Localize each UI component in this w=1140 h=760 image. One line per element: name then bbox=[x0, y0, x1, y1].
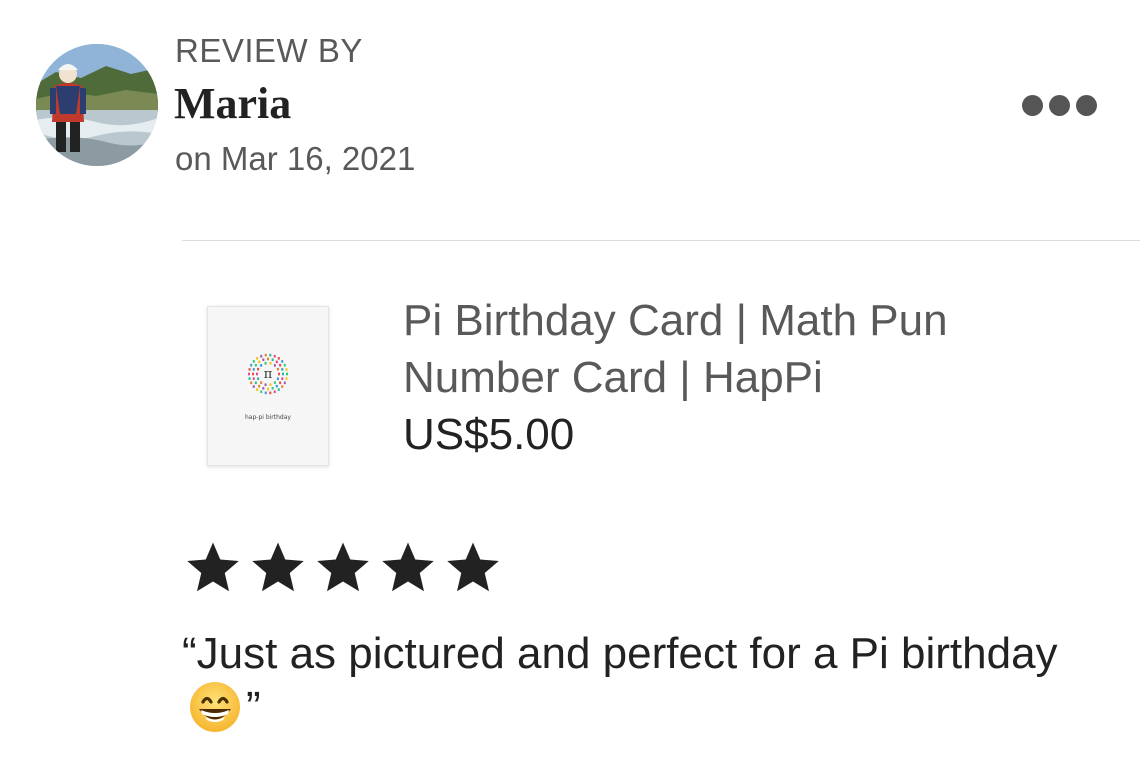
digit-mark bbox=[267, 387, 269, 391]
digit-mark bbox=[252, 372, 254, 376]
digit-mark bbox=[254, 363, 257, 367]
review-by-label: REVIEW BY bbox=[175, 32, 363, 69]
digit-mark bbox=[260, 381, 263, 384]
digit-mark bbox=[285, 368, 288, 371]
more-options-button[interactable] bbox=[1014, 88, 1104, 122]
avatar-photo-icon bbox=[36, 44, 158, 166]
digit-mark bbox=[250, 381, 253, 385]
reviewer-avatar[interactable] bbox=[36, 44, 158, 166]
digit-mark bbox=[254, 381, 257, 385]
digit-mark bbox=[281, 368, 284, 371]
digit-mark bbox=[277, 357, 280, 360]
digit-mark bbox=[275, 384, 278, 388]
digit-mark bbox=[252, 385, 255, 388]
digit-mark bbox=[256, 388, 259, 391]
star-icon bbox=[317, 542, 369, 592]
digit-mark bbox=[264, 361, 267, 365]
digit-mark bbox=[264, 391, 267, 395]
review-text-body: “Just as pictured and perfect for a Pi b… bbox=[182, 629, 1058, 678]
digit-mark bbox=[248, 368, 251, 371]
digit-mark bbox=[275, 360, 278, 364]
grinning-face-emoji-icon bbox=[188, 680, 242, 734]
star-icon bbox=[382, 542, 434, 592]
digit-mark bbox=[256, 372, 258, 376]
more-horizontal-icon-dot bbox=[1075, 94, 1097, 116]
reviewer-name[interactable]: Maria bbox=[174, 78, 291, 129]
digit-mark bbox=[267, 357, 269, 361]
digit-mark bbox=[279, 381, 282, 385]
digit-mark bbox=[271, 358, 274, 362]
digit-mark bbox=[285, 377, 288, 380]
digit-mark bbox=[273, 354, 276, 358]
listing-title-link[interactable]: Pi Birthday Card | Math Pun Number Card … bbox=[403, 292, 1043, 406]
review-text: “Just as pictured and perfect for a Pi b… bbox=[182, 628, 1062, 734]
digit-mark bbox=[262, 358, 265, 362]
digit-mark bbox=[264, 353, 267, 357]
digit-mark bbox=[269, 361, 272, 365]
digit-mark bbox=[258, 360, 261, 364]
star-icon bbox=[252, 542, 304, 592]
digit-mark bbox=[277, 388, 280, 391]
listing-title-line-2: Number Card | HapPi bbox=[403, 353, 823, 402]
pi-card-image-icon: π hap-pi birthday bbox=[208, 307, 328, 465]
review-card: REVIEW BY Maria on Mar 16, 2021 π hap-pi… bbox=[0, 0, 1140, 760]
listing-title-line-1: Pi Birthday Card | Math Pun bbox=[403, 296, 948, 345]
digit-mark bbox=[260, 354, 263, 358]
pi-symbol: π bbox=[264, 367, 273, 382]
digit-mark bbox=[260, 364, 263, 367]
listing-thumbnail[interactable]: π hap-pi birthday bbox=[207, 306, 329, 466]
digit-mark bbox=[250, 363, 253, 367]
more-horizontal-icon-dot bbox=[1048, 94, 1070, 116]
digit-mark bbox=[257, 377, 260, 381]
listing-price: US$5.00 bbox=[403, 410, 575, 459]
digit-mark bbox=[276, 377, 279, 381]
review-text-close-quote: ” bbox=[246, 683, 261, 732]
digit-mark bbox=[281, 360, 284, 363]
digit-mark bbox=[260, 390, 263, 394]
digit-mark bbox=[273, 364, 276, 367]
review-date: on Mar 16, 2021 bbox=[175, 140, 416, 177]
digit-mark bbox=[271, 386, 274, 390]
digit-mark bbox=[252, 368, 255, 371]
divider bbox=[182, 240, 1140, 241]
digit-mark bbox=[276, 367, 279, 371]
digit-mark bbox=[264, 383, 267, 387]
digit-mark bbox=[283, 381, 286, 385]
star-rating bbox=[182, 538, 504, 598]
digit-mark bbox=[252, 360, 255, 363]
digit-mark bbox=[281, 377, 284, 380]
digit-mark bbox=[281, 385, 284, 388]
digit-mark bbox=[262, 386, 265, 390]
digit-mark bbox=[269, 383, 272, 387]
digit-mark bbox=[278, 372, 280, 376]
digit-mark bbox=[279, 363, 282, 367]
star-icon bbox=[187, 542, 239, 592]
digit-mark bbox=[252, 377, 255, 380]
digit-mark bbox=[257, 367, 260, 371]
card-caption: hap-pi birthday bbox=[245, 414, 291, 421]
star-icon bbox=[447, 542, 499, 592]
digit-mark bbox=[283, 363, 286, 367]
digit-mark bbox=[269, 353, 272, 357]
digit-mark bbox=[286, 372, 288, 376]
digit-mark bbox=[273, 390, 276, 394]
digit-mark bbox=[282, 372, 284, 376]
digit-mark bbox=[248, 372, 250, 376]
digit-mark bbox=[269, 391, 272, 395]
digit-mark bbox=[273, 381, 276, 384]
more-horizontal-icon bbox=[1021, 94, 1043, 116]
digit-mark bbox=[256, 357, 259, 360]
digit-mark bbox=[258, 384, 261, 388]
digit-mark bbox=[248, 377, 251, 380]
